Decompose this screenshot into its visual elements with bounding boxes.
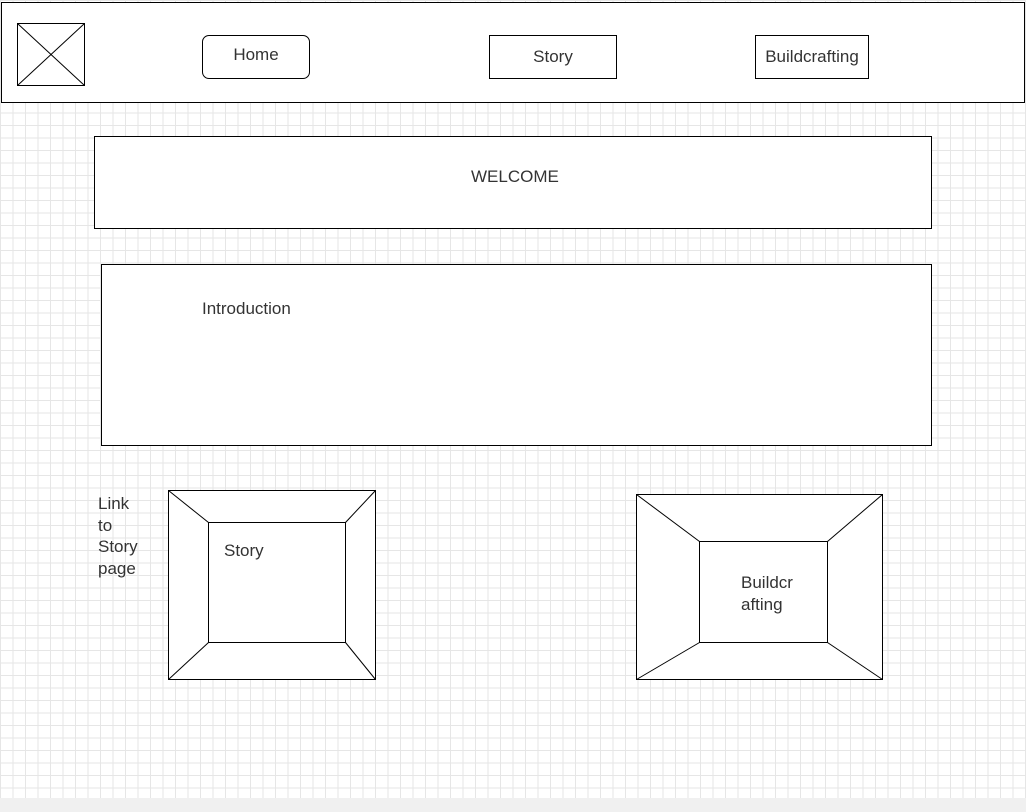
- welcome-title: WELCOME: [471, 167, 559, 186]
- nav-buildcrafting-button[interactable]: Buildcrafting: [755, 35, 869, 79]
- wireframe-canvas: Home Story Buildcrafting WELCOME Introdu…: [0, 0, 1026, 812]
- canvas-bottom-strip: [0, 798, 1026, 812]
- story-card-button[interactable]: [168, 490, 376, 680]
- introduction-label: Introduction: [202, 299, 291, 318]
- story-card-label: Story: [224, 541, 264, 560]
- nav-home-button[interactable]: Home: [202, 35, 310, 79]
- image-placeholder-icon: [17, 23, 85, 86]
- nav-story-button[interactable]: Story: [489, 35, 617, 79]
- introduction-section: [101, 264, 932, 446]
- buildcrafting-card-label: Buildcr afting: [741, 573, 793, 614]
- story-link-note: Link to Story page: [98, 494, 138, 578]
